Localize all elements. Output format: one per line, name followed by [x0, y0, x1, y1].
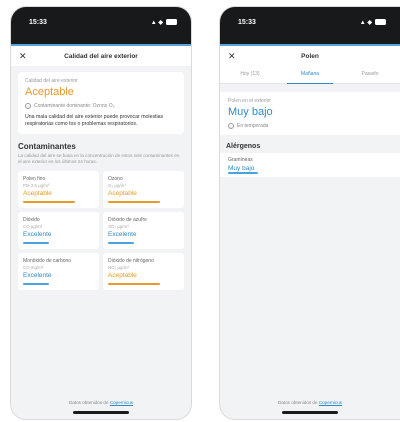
phone-screen-air-quality: 15:33 ▲ ◆ ✕ Calidad del aire exterior Ca… [10, 6, 192, 420]
pollutant-level-bar [108, 283, 160, 285]
allergen-name: Gramíneas [228, 157, 253, 163]
pollutant-unit: CO mg/m³ [23, 265, 44, 270]
nav-bar: ✕ Calidad del aire exterior [11, 46, 191, 66]
pollutant-tile[interactable]: Dióxido de nitrógeno NO₂ μg/m³ Aceptable [103, 253, 184, 290]
pollutant-level-bar [23, 201, 75, 203]
pollutant-tile[interactable]: Dióxido CO μg/m³ Excelente [18, 212, 99, 249]
pollutants-grid: Polen fino PM 2,5 μg/m³ Aceptable Ozono … [18, 171, 184, 290]
air-quality-summary-card: Calidad del aire exterior Aceptable i Co… [18, 72, 184, 134]
pollutant-name: Ozono [108, 176, 123, 182]
pollutant-unit: SO₂ μg/m³ [108, 224, 129, 229]
status-icons: ▲ ◆ [360, 19, 386, 26]
status-bar: 15:33 ▲ ◆ [220, 7, 400, 37]
footer-text: Datos obtenidos de [68, 400, 109, 405]
pollutant-unit: CO μg/m³ [23, 224, 43, 229]
summary-value: Muy bajo [228, 106, 273, 118]
pollutant-level-bar [23, 283, 49, 285]
footer-text: Datos obtenidos de [277, 400, 318, 405]
pollutant-value: Aceptable [23, 190, 52, 197]
page-title: Polen [301, 52, 319, 60]
pollutant-tile[interactable]: Polen fino PM 2,5 μg/m³ Aceptable [18, 171, 99, 208]
pollutant-tile[interactable]: Dióxido de azufre SO₂ μg/m³ Excelente [103, 212, 184, 249]
signal-wifi-icon: ▲ ◆ [150, 19, 163, 26]
data-source-footer: Datos obtenidos de Copernicus [220, 400, 400, 405]
pollutant-name: Dióxido de nitrógeno [108, 258, 154, 264]
phone-screen-pollen: 15:33 ▲ ◆ ✕ Polen Hoy (13) Mañana Pasado… [219, 6, 400, 420]
pollutant-name: Monóxido de carbono [23, 258, 72, 264]
status-icons: ▲ ◆ [151, 19, 177, 26]
pollutant-value: Aceptable [108, 272, 137, 279]
pollutant-tile[interactable]: Ozono O₃ μg/m³ Aceptable [103, 171, 184, 208]
signal-wifi-icon: ▲ ◆ [359, 19, 372, 26]
status-time: 15:33 [238, 18, 256, 26]
pollutant-value: Excelente [23, 272, 52, 279]
pollutant-name: Dióxido de azufre [108, 217, 147, 223]
pollutants-subtitle: La calidad del aire se basa en la concen… [18, 153, 180, 164]
header-bar [11, 37, 191, 46]
battery-icon [166, 19, 177, 25]
dominant-pollutant-row[interactable]: i Contaminante dominante: Ozono O₃ [25, 103, 177, 109]
nav-bar: ✕ Polen [220, 46, 400, 66]
day-tabs: Hoy (13) Mañana Pasado [220, 66, 400, 84]
page-title: Calidad del aire exterior [64, 52, 138, 60]
pollutant-level-bar [23, 242, 49, 244]
dominant-pollutant-text: Contaminante dominante: Ozono O₃ [34, 103, 115, 109]
summary-description: Una mala calidad del aire exterior puede… [25, 114, 164, 127]
pollutant-value: Aceptable [108, 190, 137, 197]
pollutant-name: Polen fino [23, 176, 46, 182]
allergen-level-bar [228, 172, 258, 174]
pollutant-value: Excelente [23, 231, 52, 238]
pollutant-level-bar [108, 242, 134, 244]
tab-tomorrow[interactable]: Mañana [280, 66, 340, 84]
pollutant-value: Excelente [108, 231, 137, 238]
header-bar [220, 37, 400, 46]
pollutant-level-bar [108, 201, 160, 203]
info-icon: i [228, 123, 234, 129]
data-source-footer: Datos obtenidos de Copernicus [11, 400, 191, 405]
close-icon[interactable]: ✕ [228, 51, 240, 62]
battery-icon [375, 19, 386, 25]
pollutant-unit: NO₂ μg/m³ [108, 265, 129, 270]
season-text: En temporada [237, 123, 269, 129]
pollutant-name: Dióxido [23, 217, 40, 223]
status-bar: 15:33 ▲ ◆ [11, 7, 191, 37]
pollutant-tile[interactable]: Monóxido de carbono CO mg/m³ Excelente [18, 253, 99, 290]
pollutants-title: Contaminantes [18, 142, 76, 151]
home-indicator[interactable] [282, 411, 338, 414]
summary-value: Aceptable [25, 86, 74, 98]
pollutant-unit: PM 2,5 μg/m³ [23, 183, 50, 188]
pollen-summary-card: Polen en el exterior Muy bajo i En tempo… [220, 92, 400, 135]
close-icon[interactable]: ✕ [19, 51, 31, 62]
pollutant-unit: O₃ μg/m³ [108, 183, 126, 188]
season-row[interactable]: i En temporada [228, 123, 392, 129]
home-indicator[interactable] [73, 411, 129, 414]
tab-today[interactable]: Hoy (13) [220, 66, 280, 83]
summary-label: Calidad del aire exterior [25, 78, 78, 84]
info-icon: i [25, 103, 31, 109]
allergen-item[interactable]: Gramíneas Muy bajo [220, 153, 400, 177]
status-time: 15:33 [29, 18, 47, 26]
allergen-value: Muy bajo [228, 165, 255, 172]
copernicus-link[interactable]: Copernicus [110, 400, 133, 405]
tab-day-after[interactable]: Pasado [340, 66, 400, 83]
allergens-title: Alérgenos [226, 143, 261, 150]
copernicus-link[interactable]: Copernicus [319, 400, 342, 405]
summary-label: Polen en el exterior [228, 98, 272, 104]
